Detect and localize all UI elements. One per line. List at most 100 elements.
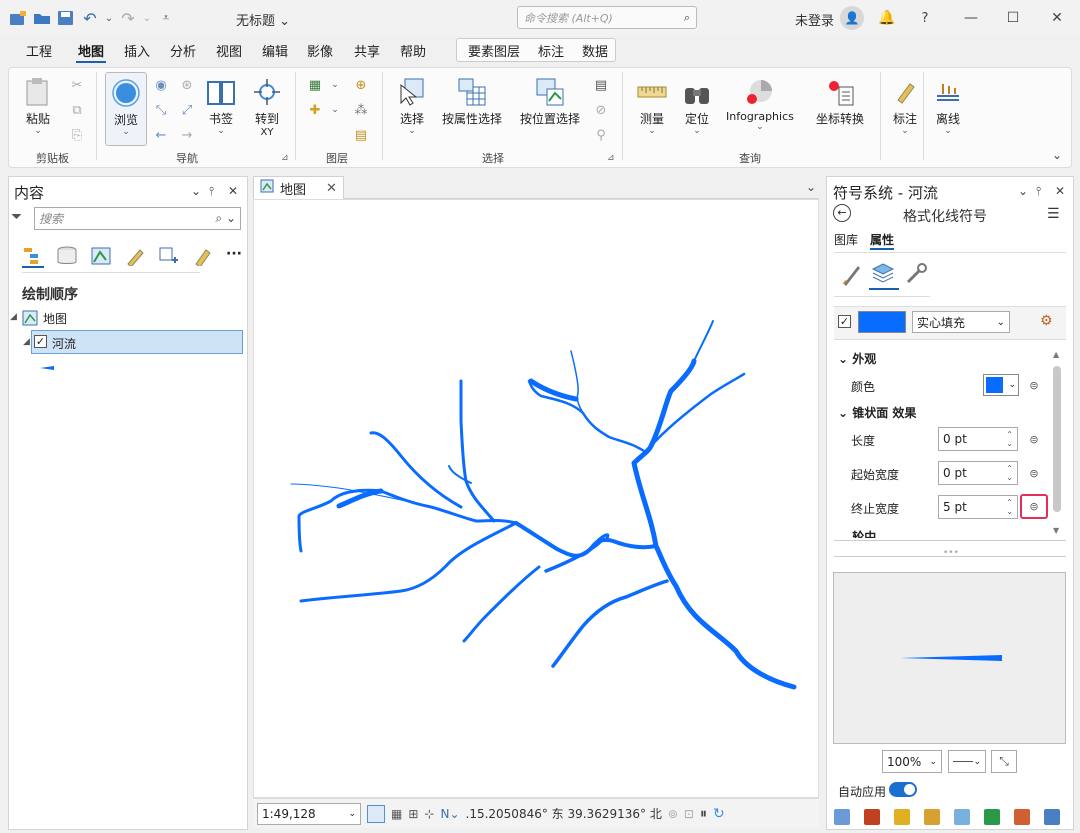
login-status[interactable]: 未登录 bbox=[795, 10, 834, 29]
scroll-up-icon[interactable]: ▲ bbox=[1053, 350, 1059, 359]
customize-icon[interactable]: ⩡ bbox=[156, 8, 176, 28]
fixed-zoom-out-icon[interactable]: ⤢ bbox=[178, 101, 196, 119]
length-spinner[interactable]: ⌃ ⌄ bbox=[1006, 430, 1013, 448]
more-tabs-icon[interactable]: ··· bbox=[226, 246, 242, 268]
color-picker[interactable]: ⌄ bbox=[983, 374, 1019, 396]
layer-visibility-checkbox[interactable]: ✓ bbox=[34, 335, 47, 348]
paste-button[interactable]: 粘贴 ⌄ bbox=[22, 76, 54, 136]
snap-icon[interactable]: ⊹ bbox=[424, 807, 434, 821]
drawing-order-tab-icon[interactable] bbox=[22, 246, 44, 268]
help-button[interactable]: ? bbox=[911, 6, 939, 30]
layer-symbol-swatch[interactable] bbox=[38, 361, 56, 375]
symbol-brush-icon[interactable] bbox=[840, 262, 864, 286]
next-section-header[interactable]: ⌄ 轮中 bbox=[838, 528, 876, 538]
end-width-input[interactable]: 5 pt ⌃ ⌄ bbox=[938, 495, 1018, 519]
selected-features-icon[interactable]: ⊚ bbox=[668, 807, 678, 821]
menu-share[interactable]: 共享 bbox=[352, 41, 382, 63]
attributes-pane-icon[interactable] bbox=[954, 809, 970, 825]
toolbox-icon[interactable] bbox=[864, 809, 880, 825]
symbol-layer-checkbox[interactable]: ✓ bbox=[838, 315, 851, 328]
preview-grid-toggle-icon[interactable]: ⤡ bbox=[991, 750, 1017, 773]
editing-tab-icon[interactable] bbox=[124, 246, 146, 268]
zoom-to-selection-icon[interactable]: ⚲ bbox=[592, 126, 610, 144]
menu-feature-layer[interactable]: 要素图层 bbox=[466, 41, 522, 63]
filter-icon[interactable]: ⏷ bbox=[11, 209, 22, 225]
symbol-layers-icon[interactable] bbox=[869, 260, 899, 290]
convert-coordinates-button[interactable]: 坐标转换 bbox=[816, 76, 864, 127]
start-width-spinner[interactable]: ⌃ ⌄ bbox=[1006, 464, 1013, 482]
symbol-layer-color-swatch[interactable] bbox=[858, 311, 906, 333]
navigate-dialog-launcher[interactable]: ⊿ bbox=[281, 153, 289, 163]
menu-labeling[interactable]: 标注 bbox=[536, 41, 566, 63]
measure-button[interactable]: 测量 ⌄ bbox=[636, 76, 668, 136]
zoom-selected-icon[interactable]: ⊛ bbox=[178, 76, 196, 94]
maximize-button[interactable]: ☐ bbox=[999, 6, 1027, 30]
history-icon[interactable] bbox=[1044, 809, 1060, 825]
menu-data[interactable]: 数据 bbox=[580, 41, 610, 63]
symbol-layer-options-icon[interactable]: ⚙ bbox=[1040, 313, 1053, 329]
redo-icon[interactable]: ↷ bbox=[118, 8, 138, 28]
map-scale-select[interactable]: 1:49,128 ⌄ bbox=[257, 802, 361, 825]
goto-xy-button[interactable]: 转到 XY bbox=[251, 76, 283, 138]
preview-zoom-select[interactable]: 100% ⌄ bbox=[882, 750, 942, 773]
map-tab[interactable]: 地图 ✕ bbox=[253, 176, 344, 199]
start-width-input[interactable]: 0 pt ⌃ ⌄ bbox=[938, 461, 1018, 485]
preview-background-select[interactable]: ⌄ bbox=[948, 750, 986, 773]
select-button[interactable]: 选择 ⌄ bbox=[396, 76, 428, 136]
layer-item-label[interactable]: 河流 bbox=[52, 335, 76, 352]
cut-icon[interactable]: ✂ bbox=[68, 76, 86, 94]
save-project-icon[interactable] bbox=[56, 8, 76, 28]
geoprocessing-icon[interactable] bbox=[1014, 809, 1030, 825]
back-icon[interactable]: ← bbox=[833, 204, 851, 222]
undo-dropdown-icon[interactable]: ⌄ bbox=[104, 8, 114, 28]
labeling-pane-icon[interactable] bbox=[924, 809, 940, 825]
add-layer-icon[interactable]: ✚ bbox=[306, 101, 324, 119]
expand-map-icon[interactable]: ◢ bbox=[10, 312, 17, 322]
layout-icon[interactable]: ⊞ bbox=[408, 807, 418, 821]
copy-icon[interactable]: ⧉ bbox=[68, 101, 86, 119]
pane-options-icon[interactable]: ⌄ bbox=[1018, 184, 1028, 198]
menu-analysis[interactable]: 分析 bbox=[168, 41, 198, 63]
menu-view[interactable]: 视图 bbox=[214, 41, 244, 63]
user-avatar-icon[interactable]: 👤 bbox=[840, 6, 864, 30]
redo-dropdown-icon[interactable]: ⌄ bbox=[142, 8, 152, 28]
pin-icon[interactable]: ⫯ bbox=[209, 184, 214, 199]
basemap-icon[interactable]: ▦ bbox=[306, 76, 324, 94]
collapse-ribbon-icon[interactable]: ⌄ bbox=[1052, 148, 1062, 162]
add-data-icon[interactable]: ⊕ bbox=[352, 76, 370, 94]
close-button[interactable]: ✕ bbox=[1043, 6, 1071, 30]
new-project-icon[interactable] bbox=[8, 8, 28, 28]
select-by-location-button[interactable]: 按位置选择 bbox=[520, 76, 580, 127]
full-extent-icon[interactable]: ◉ bbox=[152, 76, 170, 94]
auto-apply-toggle[interactable] bbox=[889, 782, 917, 797]
create-features-icon[interactable] bbox=[984, 809, 1000, 825]
symbology-pane-icon[interactable] bbox=[894, 809, 910, 825]
expand-layer-icon[interactable]: ◢ bbox=[23, 337, 30, 347]
attribute-mapping-icon[interactable]: ⊜ bbox=[1026, 465, 1042, 481]
offline-button[interactable]: 离线 ⌄ bbox=[932, 76, 964, 136]
menu-imagery[interactable]: 影像 bbox=[305, 41, 335, 63]
menu-help[interactable]: 帮助 bbox=[398, 41, 428, 63]
notification-bell-icon[interactable]: 🔔 bbox=[873, 6, 901, 30]
selection-tab-icon[interactable] bbox=[90, 246, 112, 268]
tab-gallery[interactable]: 图库 bbox=[834, 231, 858, 248]
close-tab-icon[interactable]: ✕ bbox=[326, 181, 337, 196]
grid-toggle-icon[interactable] bbox=[367, 804, 385, 823]
pin-icon[interactable]: ⫯ bbox=[1036, 184, 1041, 199]
north-arrow-icon[interactable]: N⌄ bbox=[440, 807, 459, 821]
infographics-button[interactable]: Infographics ⌄ bbox=[726, 76, 794, 132]
appearance-section-header[interactable]: ⌄ 外观 bbox=[838, 350, 876, 367]
snapping-status-icon[interactable]: ⊡ bbox=[684, 807, 694, 821]
structure-wrench-icon[interactable] bbox=[904, 262, 928, 286]
next-extent-icon[interactable]: → bbox=[178, 126, 196, 144]
basemap-dropdown-icon[interactable]: ⌄ bbox=[326, 76, 344, 94]
selection-dialog-launcher[interactable]: ⊿ bbox=[607, 153, 615, 163]
attribute-mapping-icon[interactable]: ⊜ bbox=[1026, 377, 1042, 393]
document-title[interactable]: 无标题 ⌄ bbox=[236, 10, 290, 29]
undo-icon[interactable]: ↶ bbox=[80, 8, 100, 28]
select-by-attributes-button[interactable]: 按属性选择 bbox=[442, 76, 502, 127]
open-project-icon[interactable] bbox=[32, 8, 52, 28]
refresh-icon[interactable]: ↻ bbox=[713, 806, 725, 822]
end-width-spinner[interactable]: ⌃ ⌄ bbox=[1006, 498, 1013, 516]
menu-insert[interactable]: 插入 bbox=[122, 41, 152, 63]
